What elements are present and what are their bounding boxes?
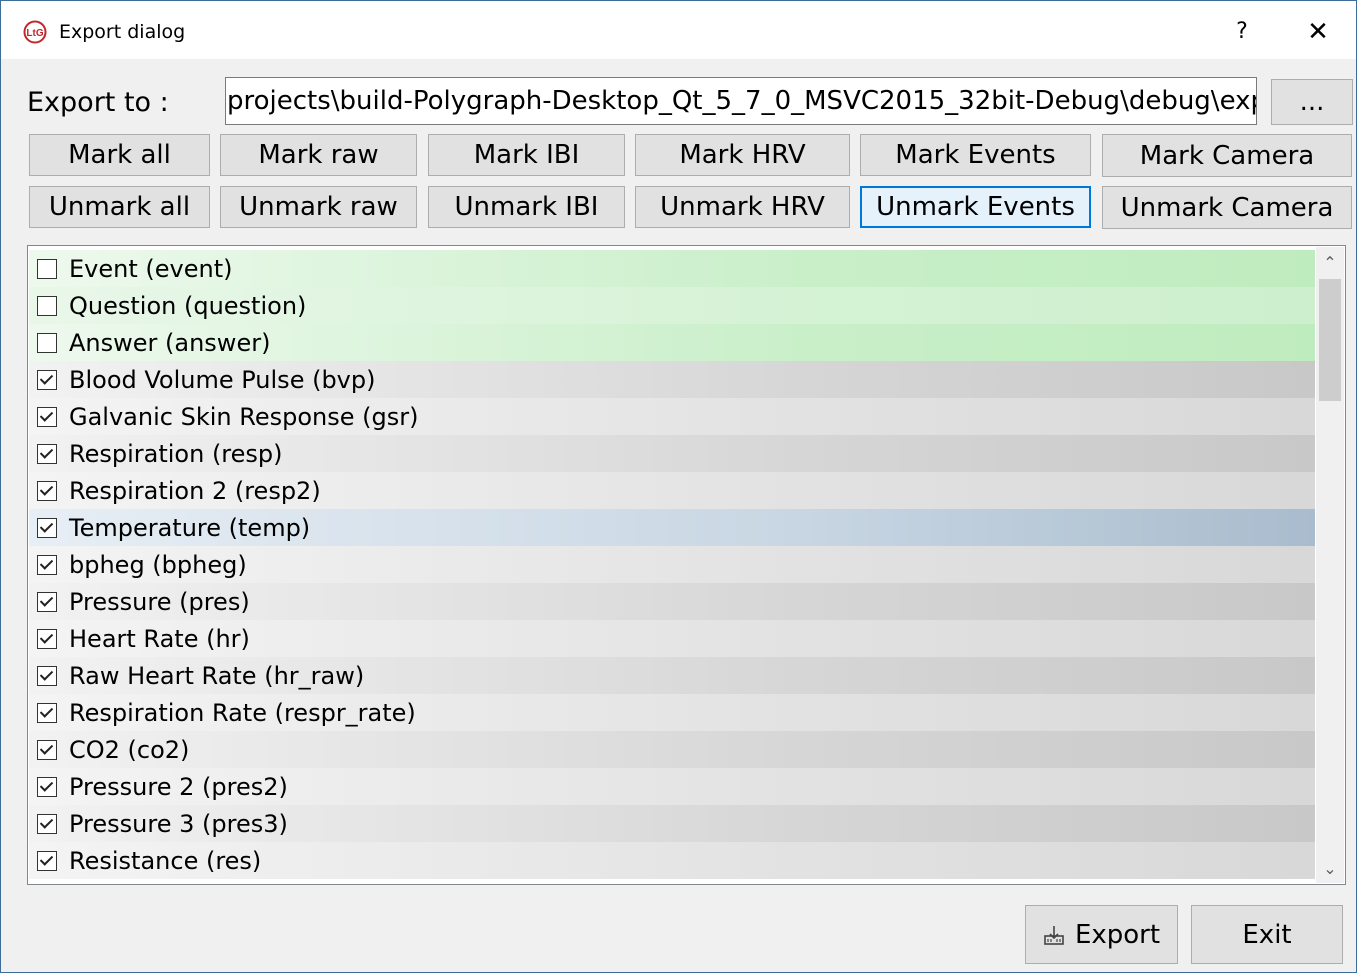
channel-item[interactable]: Answer (answer) [29,324,1315,361]
channel-checkbox[interactable] [37,591,57,612]
channel-checkbox[interactable] [37,332,57,353]
mark-all-button[interactable]: Mark all [29,134,210,176]
channel-checkbox[interactable] [37,665,57,686]
title-bar: LtG Export dialog ? ✕ [1,1,1356,59]
channel-item[interactable]: Respiration Rate (respr_rate) [29,694,1315,731]
mark-ibi-button[interactable]: Mark IBI [428,134,625,176]
channel-label: Pressure 2 (pres2) [69,772,288,801]
export-button[interactable]: Export [1025,905,1178,964]
browse-button[interactable]: ... [1271,79,1353,125]
help-button[interactable]: ? [1227,15,1257,49]
channel-item[interactable]: Respiration 2 (resp2) [29,472,1315,509]
channel-checkbox[interactable] [37,850,57,871]
export-to-label: Export to : [27,87,169,118]
channel-label: Answer (answer) [69,328,271,357]
channel-item[interactable]: Pressure 3 (pres3) [29,805,1315,842]
channel-item[interactable]: Heart Rate (hr) [29,620,1315,657]
channel-label: Respiration (resp) [69,439,283,468]
channel-label: Respiration 2 (resp2) [69,476,321,505]
channel-label: CO2 (co2) [69,735,190,764]
mark-raw-button[interactable]: Mark raw [220,134,417,176]
unmark-events-button[interactable]: Unmark Events [860,186,1091,228]
mark-hrv-button[interactable]: Mark HRV [635,134,850,176]
channel-label: bpheg (bpheg) [69,550,247,579]
exit-button[interactable]: Exit [1191,905,1343,964]
channel-checkbox[interactable] [37,739,57,760]
channel-item[interactable]: Question (question) [29,287,1315,324]
channel-list[interactable]: Event (event) Question (question) Answer (… [27,245,1346,885]
channel-checkbox[interactable] [37,813,57,834]
channel-label: Resistance (res) [69,846,262,875]
channel-item[interactable]: Pressure (pres) [29,583,1315,620]
channel-label: Temperature (temp) [69,513,311,542]
channel-item[interactable]: CO2 (co2) [29,731,1315,768]
app-logo-icon: LtG [23,20,47,44]
channel-checkbox[interactable] [37,369,57,390]
export-dialog-window: LtG Export dialog ? ✕ Export to : projec… [0,0,1357,973]
channel-item[interactable]: Blood Volume Pulse (bvp) [29,361,1315,398]
unmark-raw-button[interactable]: Unmark raw [220,186,417,228]
scroll-up-icon[interactable]: ⌃ [1316,249,1344,277]
mark-events-button[interactable]: Mark Events [860,134,1091,176]
channel-label: Respiration Rate (respr_rate) [69,698,416,727]
channel-item[interactable]: Event (event) [29,250,1315,287]
channel-item[interactable]: Galvanic Skin Response (gsr) [29,398,1315,435]
channel-label: Blood Volume Pulse (bvp) [69,365,376,394]
channel-label: Pressure (pres) [69,587,250,616]
svg-text:LtG: LtG [26,28,43,39]
channel-label: Event (event) [69,254,233,283]
channel-checkbox[interactable] [37,517,57,538]
export-button-label: Export [1074,919,1161,950]
vertical-scrollbar[interactable]: ⌃ ⌄ [1316,247,1344,883]
channel-checkbox[interactable] [37,776,57,797]
scroll-down-icon[interactable]: ⌄ [1316,855,1344,883]
channel-item[interactable]: Respiration (resp) [29,435,1315,472]
channel-item[interactable]: Pressure 2 (pres2) [29,768,1315,805]
channel-label: Pressure 3 (pres3) [69,809,288,838]
channel-checkbox[interactable] [37,406,57,427]
export-path-input[interactable]: projects\build-Polygraph-Desktop_Qt_5_7_… [225,77,1257,125]
scroll-thumb[interactable] [1319,279,1341,401]
channel-item[interactable]: Resistance (res) [29,842,1315,879]
export-icon [1044,925,1064,945]
channel-item[interactable]: bpheg (bpheg) [29,546,1315,583]
channel-checkbox[interactable] [37,295,57,316]
channel-item[interactable]: Raw Heart Rate (hr_raw) [29,657,1315,694]
channel-label: Galvanic Skin Response (gsr) [69,402,419,431]
channel-checkbox[interactable] [37,702,57,723]
channel-label: Question (question) [69,291,307,320]
close-button[interactable]: ✕ [1298,15,1338,49]
channel-label: Heart Rate (hr) [69,624,250,653]
channel-checkbox[interactable] [37,258,57,279]
unmark-ibi-button[interactable]: Unmark IBI [428,186,625,228]
unmark-camera-button[interactable]: Unmark Camera [1102,186,1352,229]
unmark-all-button[interactable]: Unmark all [29,186,210,228]
channel-item[interactable]: Temperature (temp) [29,509,1315,546]
unmark-hrv-button[interactable]: Unmark HRV [635,186,850,228]
channel-label: Raw Heart Rate (hr_raw) [69,661,365,690]
window-title: Export dialog [59,21,186,43]
channel-rows: Event (event) Question (question) Answer (… [29,250,1315,879]
channel-checkbox[interactable] [37,554,57,575]
channel-checkbox[interactable] [37,443,57,464]
channel-checkbox[interactable] [37,628,57,649]
mark-camera-button[interactable]: Mark Camera [1102,134,1352,177]
channel-checkbox[interactable] [37,480,57,501]
